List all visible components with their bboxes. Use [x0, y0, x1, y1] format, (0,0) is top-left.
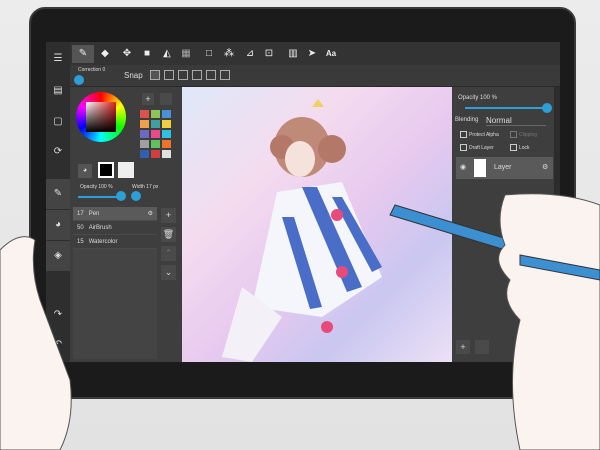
hands-and-stylus: [0, 193, 600, 450]
